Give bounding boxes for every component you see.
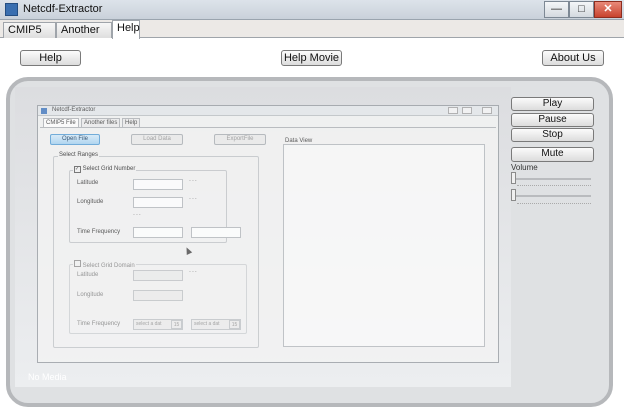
help-movie-button[interactable]: Help Movie	[281, 50, 342, 66]
video-frame-grid-domain-text: Select Grid Domain	[82, 263, 135, 269]
volume-slider-ticks	[517, 185, 591, 187]
about-us-button[interactable]: About Us	[542, 50, 604, 66]
video-frame-app-icon	[41, 108, 47, 114]
video-frame-checkbox-icon: ✓	[74, 166, 81, 173]
tab-another-files[interactable]: Another files	[56, 22, 112, 51]
video-frame-domain-latitude-dots: ...	[189, 267, 198, 274]
window-title: Netcdf-Extractor	[23, 3, 103, 15]
maximize-button[interactable]: □	[569, 1, 594, 18]
video-frame-time-box-1	[133, 227, 183, 238]
volume-slider-thumb[interactable]	[511, 172, 516, 184]
video-frame-domain-longitude-box	[133, 290, 183, 301]
pause-button[interactable]: Pause	[511, 113, 594, 127]
video-frame-time-box-2	[191, 227, 241, 238]
video-frame-latitude-box	[133, 179, 183, 190]
video-frame-maximize-icon	[462, 107, 472, 114]
video-frame-grid-number-text: Select Grid Number	[82, 166, 136, 172]
close-button[interactable]: ✕	[594, 1, 622, 18]
video-frame-tab-cmip5: CMIP5 File	[43, 118, 79, 127]
volume-slider[interactable]	[511, 178, 591, 180]
media-status-text: No Media	[28, 372, 67, 382]
video-frame-tab-another: Another files	[81, 118, 121, 127]
position-slider[interactable]	[511, 195, 591, 197]
video-frame-domain-latitude-label: Latitude	[77, 272, 99, 278]
video-frame-grid-domain-label: Select Grid Domain	[73, 260, 136, 269]
app-icon	[5, 3, 18, 16]
video-frame-tab-line	[40, 127, 496, 128]
video-frame-select-ranges-label: Select Ranges	[58, 152, 100, 158]
video-frame-close-icon	[482, 107, 492, 114]
video-frame-dots: ...	[133, 210, 142, 217]
video-frame-app-window: Netcdf-Extractor CMIP5 File Another file…	[37, 105, 499, 363]
video-frame-grid-number-label: ✓ Select Grid Number	[73, 166, 137, 173]
mute-button[interactable]: Mute	[511, 147, 594, 162]
video-frame-open-file-button: Open File	[50, 134, 100, 145]
video-frame-title: Netcdf-Extractor	[38, 106, 498, 116]
position-slider-thumb[interactable]	[511, 189, 516, 201]
video-frame-calendar-icon-2: 15	[229, 320, 240, 329]
play-button[interactable]: Play	[511, 97, 594, 111]
video-frame-calendar-icon-1: 15	[171, 320, 182, 329]
video-frame-data-view	[283, 144, 485, 347]
video-frame-longitude-label: Longitude	[77, 199, 104, 205]
video-frame-longitude-box	[133, 197, 183, 208]
video-frame-time-frequency-label: Time Frequency	[77, 229, 121, 235]
position-slider-ticks	[517, 203, 591, 205]
video-frame-checkbox-empty-icon	[74, 260, 81, 267]
volume-label: Volume	[511, 163, 538, 172]
video-frame-domain-time-label: Time Frequency	[77, 321, 121, 327]
video-frame-export-button: ExportFile	[214, 134, 266, 145]
video-frame-domain-longitude-label: Longitude	[77, 292, 104, 298]
minimize-button[interactable]: —	[544, 1, 569, 18]
video-frame-latitude-label: Latitude	[77, 180, 99, 186]
video-frame-domain-latitude-box	[133, 270, 183, 281]
stop-button[interactable]: Stop	[511, 128, 594, 142]
video-frame-minimize-icon	[448, 107, 458, 114]
tab-help[interactable]: Help	[112, 20, 140, 39]
tab-cmip5-file[interactable]: CMIP5 File	[3, 22, 56, 51]
video-frame-tab-help: Help	[122, 118, 141, 127]
video-frame-load-data-button: Load Data	[131, 134, 183, 145]
video-frame-latitude-dots: ...	[189, 176, 198, 183]
help-button[interactable]: Help	[20, 50, 81, 66]
video-frame-longitude-dots: ...	[189, 194, 198, 201]
